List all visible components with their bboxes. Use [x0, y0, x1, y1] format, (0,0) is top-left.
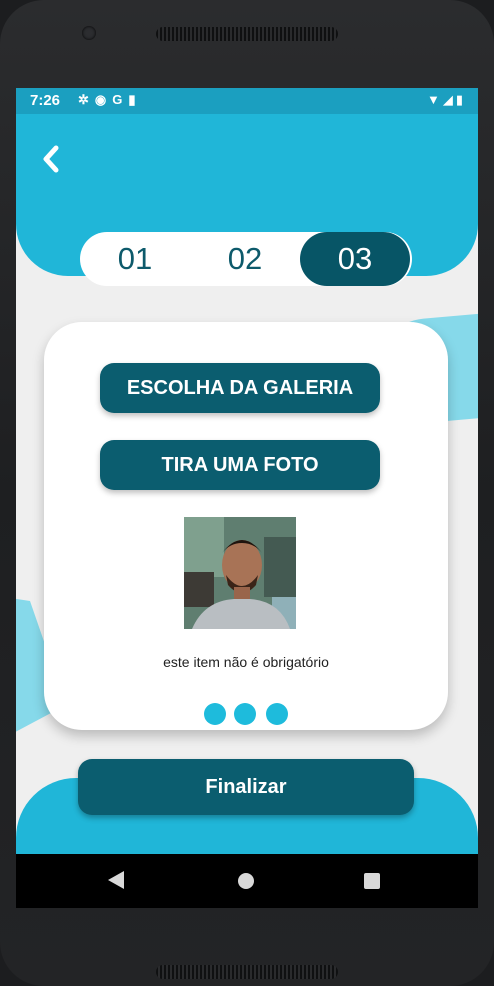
top-speaker — [156, 27, 338, 41]
settings-icon: ✲ — [78, 92, 95, 107]
optional-note: este item não é obrigatório — [163, 654, 329, 670]
home-circle-icon[interactable] — [238, 873, 254, 889]
gallery-button[interactable]: ESCOLHA DA GALERIA — [100, 363, 380, 413]
photo-card: ESCOLHA DA GALERIA TIRA UMA FOTO este it… — [44, 322, 448, 730]
chevron-left-icon[interactable] — [38, 144, 68, 174]
step-01[interactable]: 01 — [80, 232, 190, 286]
screen: 7:26 ✲◉G▮ ▼◢▮ 01 02 03 ESCOLHA DA GALERI… — [16, 88, 478, 908]
recents-square-icon[interactable] — [364, 873, 380, 889]
selected-photo — [184, 517, 296, 629]
battery-icon: ▮ — [455, 92, 466, 107]
bottom-speaker — [156, 965, 338, 979]
wifi-icon: ▼ — [426, 92, 443, 107]
status-time: 7:26 — [30, 92, 61, 109]
page-dot — [234, 703, 256, 725]
shield-icon: ◉ — [94, 92, 113, 107]
page-dots — [204, 703, 294, 725]
google-icon: G — [112, 92, 129, 107]
finish-button[interactable]: Finalizar — [78, 759, 414, 815]
step-03-active[interactable]: 03 — [300, 232, 410, 286]
status-right-icons: ▼◢▮ — [427, 92, 466, 108]
back-triangle-icon[interactable] — [108, 871, 124, 889]
device-frame: 7:26 ✲◉G▮ ▼◢▮ 01 02 03 ESCOLHA DA GALERI… — [0, 0, 494, 986]
navigation-bar — [16, 854, 478, 908]
front-camera — [82, 26, 96, 40]
status-left-icons: ✲◉G▮ — [78, 92, 142, 108]
sd-card-icon: ▮ — [128, 92, 142, 107]
header: 01 02 03 — [16, 114, 478, 286]
status-bar: 7:26 ✲◉G▮ ▼◢▮ — [16, 88, 478, 114]
step-indicator: 01 02 03 — [80, 232, 412, 286]
page-dot — [266, 703, 288, 725]
page-dot — [204, 703, 226, 725]
signal-icon: ◢ — [442, 92, 456, 107]
step-02[interactable]: 02 — [190, 232, 300, 286]
take-photo-button[interactable]: TIRA UMA FOTO — [100, 440, 380, 490]
